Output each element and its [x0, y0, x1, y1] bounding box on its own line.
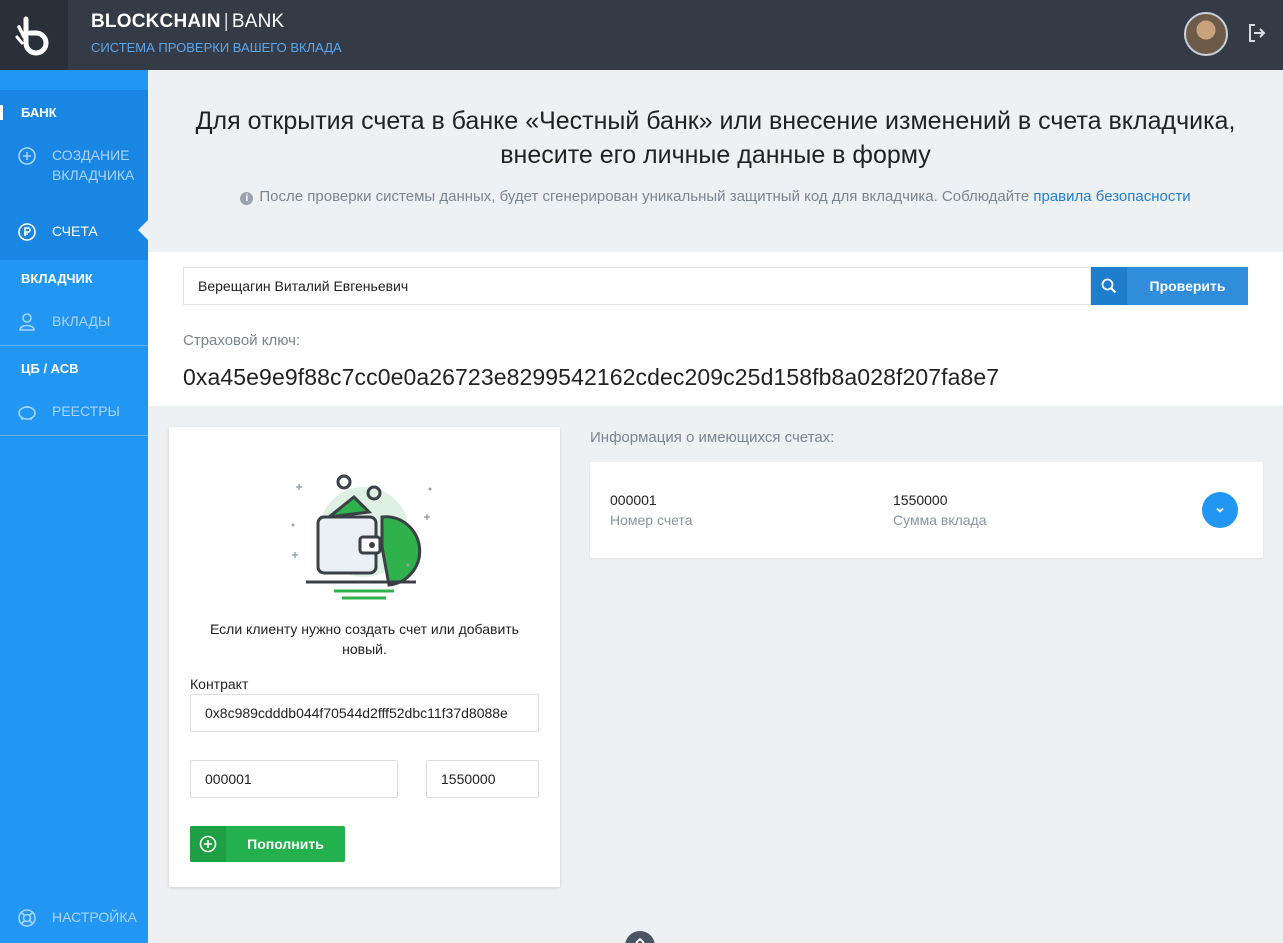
- brand-bold: BLOCKCHAIN: [91, 11, 221, 32]
- check-button[interactable]: Проверить: [1091, 267, 1248, 305]
- sidebar-item-registries[interactable]: РЕЕСТРЫ: [16, 401, 146, 423]
- brand-separator: |: [223, 11, 229, 32]
- sidebar-heading-depositor: ВКЛАДЧИК: [21, 271, 93, 286]
- sidebar-item-settings[interactable]: НАСТРОЙКА: [16, 907, 146, 929]
- top-bar: BLOCKCHAIN | BANK СИСТЕМА ПРОВЕРКИ ВАШЕГО …: [0, 0, 1283, 70]
- new-account-hint: Если клиенту нужно создать счет или доба…: [210, 621, 519, 657]
- active-indicator: [138, 220, 148, 240]
- refill-button-label: Пополнить: [247, 836, 324, 852]
- info-icon: i: [240, 192, 254, 205]
- sidebar-heading-bank: БАНК: [0, 105, 148, 120]
- plus-circle-icon: [190, 826, 226, 862]
- brand-subtitle: СИСТЕМА ПРОВЕРКИ ВАШЕГО ВКЛАДА: [91, 40, 342, 55]
- brand: BLOCKCHAIN | BANK СИСТЕМА ПРОВЕРКИ ВАШЕГО …: [91, 11, 342, 55]
- refill-button[interactable]: Пополнить: [190, 826, 345, 862]
- sidebar-item-create-depositor[interactable]: СОЗДАНИЕ ВКЛАДЧИКА: [16, 145, 146, 185]
- sidebar-item-label: НАСТРОЙКА: [52, 909, 137, 925]
- search-input[interactable]: [183, 267, 1091, 305]
- brand-title: BLOCKCHAIN | BANK: [91, 11, 342, 33]
- page-title: Для открытия счета в банке «Честный банк…: [148, 104, 1283, 172]
- account-number-field[interactable]: [190, 760, 398, 798]
- lifebuoy-icon: [16, 907, 38, 929]
- sidebar: БАНК СОЗДАНИЕ ВКЛАДЧИКА СЧЕТА ВКЛАДЧИК В…: [0, 70, 148, 943]
- sidebar-item-label: ВКЛАДЫ: [52, 313, 111, 329]
- chevron-down-icon: [1216, 507, 1224, 513]
- account-row[interactable]: 000001 Номер счета 1550000 Сумма вклада: [590, 462, 1263, 558]
- logo[interactable]: [0, 0, 68, 70]
- plus-circle-icon: [16, 145, 38, 167]
- chevron-up-icon: [635, 937, 645, 943]
- sidebar-item-label: РЕЕСТРЫ: [52, 403, 120, 419]
- security-rules-link[interactable]: правила безопасности: [1033, 188, 1190, 205]
- wallet-illustration-icon: [291, 474, 432, 600]
- intro-section: Для открытия счета в банке «Честный банк…: [148, 70, 1283, 252]
- sidebar-item-accounts[interactable]: СЧЕТА: [16, 221, 146, 243]
- piggy-bank-icon: [16, 401, 38, 423]
- amount-field[interactable]: [426, 760, 539, 798]
- sidebar-heading-cb: ЦБ / АСВ: [21, 361, 79, 376]
- sidebar-divider: [0, 435, 148, 436]
- account-amount-label: Сумма вклада: [893, 512, 987, 528]
- avatar[interactable]: [1184, 12, 1228, 56]
- account-number-label: Номер счета: [610, 512, 693, 528]
- brand-light: BANK: [231, 11, 285, 32]
- sidebar-item-label: СОЗДАНИЕ ВКЛАДЧИКА: [52, 147, 135, 183]
- search-panel: Проверить Страховой ключ: 0xa45e9e9f88c7…: [148, 252, 1283, 406]
- account-number: 000001: [610, 492, 657, 508]
- scroll-top-button[interactable]: [625, 931, 655, 943]
- page-title-line1: Для открытия счета в банке «Честный банк…: [195, 107, 1236, 135]
- sidebar-item-deposits[interactable]: ВКЛАДЫ: [16, 311, 146, 333]
- page-title-line2: внесите его личные данные в форму: [500, 141, 931, 169]
- blockchain-logo-icon: [15, 16, 49, 56]
- new-account-card: Если клиенту нужно создать счет или доба…: [169, 427, 560, 887]
- insurance-key-value: 0xa45e9e9f88c7cc0e0a26723e8299542162cdec…: [183, 364, 1000, 390]
- expand-account-button[interactable]: [1202, 492, 1238, 528]
- intro-note: i После проверки системы данных, будет сг…: [148, 188, 1283, 205]
- account-amount: 1550000: [893, 492, 948, 508]
- ruble-refresh-icon: [16, 221, 38, 243]
- search-icon: [1091, 267, 1127, 305]
- contract-field[interactable]: [190, 694, 539, 732]
- user-icon: [16, 311, 38, 333]
- sidebar-divider: [0, 345, 148, 346]
- contract-label: Контракт: [190, 676, 249, 692]
- check-button-label: Проверить: [1149, 278, 1226, 294]
- sidebar-item-label: СЧЕТА: [52, 223, 98, 239]
- logout-icon[interactable]: [1246, 22, 1268, 44]
- insurance-key-label: Страховой ключ:: [183, 332, 301, 349]
- accounts-title: Информация о имеющихся счетах:: [590, 429, 835, 446]
- intro-note-text: После проверки системы данных, будет сге…: [259, 188, 1030, 205]
